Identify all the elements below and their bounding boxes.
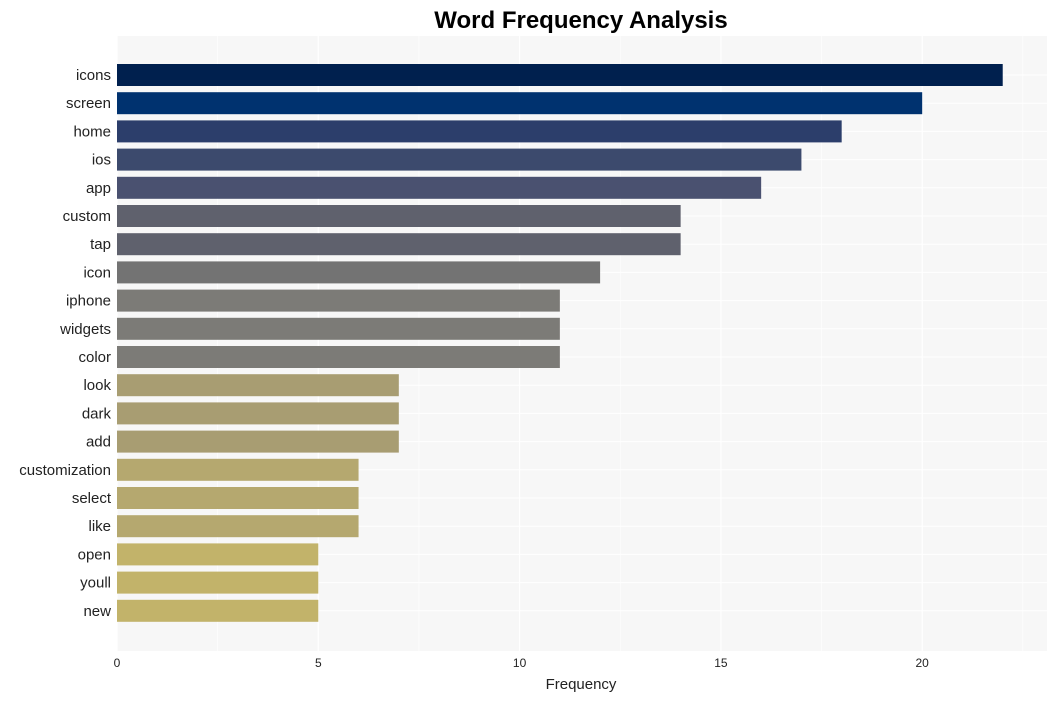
- y-tick-label-look: look: [83, 377, 111, 394]
- bar-like: [117, 515, 359, 538]
- bar-icons: [117, 64, 1003, 86]
- y-tick-label-customization: customization: [19, 462, 111, 479]
- chart: icons screen home ios app custom tap icon iphone…: [19, 7, 1047, 693]
- y-tick-labels: icons screen home ios app custom tap icon iphone…: [19, 67, 112, 620]
- y-tick-label-icon: icon: [83, 264, 111, 281]
- y-tick-label-youll: youll: [80, 575, 111, 592]
- bar-tap: [117, 233, 681, 256]
- y-tick-label-screen: screen: [66, 95, 111, 112]
- bar-screen: [117, 92, 923, 115]
- bar-customization: [117, 458, 359, 481]
- y-tick-label-select: select: [72, 490, 112, 507]
- bar-open: [117, 543, 319, 566]
- y-tick-label-new: new: [83, 603, 111, 620]
- bar-add: [117, 430, 399, 453]
- chart-title: Word Frequency Analysis: [434, 7, 727, 34]
- x-tick-label: 0: [114, 656, 121, 670]
- bar-iphone: [117, 289, 560, 312]
- x-tick-label: 10: [513, 656, 527, 670]
- x-tick-label: 20: [916, 656, 930, 670]
- bar-app: [117, 176, 762, 199]
- y-tick-label-tap: tap: [90, 236, 111, 253]
- y-tick-label-add: add: [86, 434, 111, 451]
- x-tick-label: 5: [315, 656, 322, 670]
- y-tick-label-color: color: [78, 349, 111, 366]
- y-tick-label-ios: ios: [92, 152, 111, 169]
- bar-look: [117, 374, 399, 397]
- bar-widgets: [117, 317, 560, 340]
- y-tick-label-app: app: [86, 180, 111, 197]
- y-tick-label-open: open: [78, 546, 111, 563]
- x-tick-labels: 0 5 10 15 20: [114, 656, 930, 670]
- y-tick-label-dark: dark: [82, 405, 112, 422]
- y-tick-label-home: home: [73, 123, 111, 140]
- y-tick-label-like: like: [88, 518, 111, 535]
- bar-ios: [117, 148, 802, 171]
- y-tick-label-icons: icons: [76, 67, 111, 84]
- bar-home: [117, 120, 842, 143]
- y-tick-label-custom: custom: [63, 208, 111, 225]
- bar-youll: [117, 571, 319, 594]
- x-tick-label: 15: [714, 656, 728, 670]
- bar-icon: [117, 261, 601, 284]
- bar-select: [117, 487, 359, 509]
- y-tick-label-widgets: widgets: [59, 321, 111, 338]
- bar-color: [117, 346, 560, 368]
- bar-custom: [117, 205, 681, 227]
- bar-dark: [117, 402, 399, 425]
- y-tick-label-iphone: iphone: [66, 293, 111, 310]
- bar-new: [117, 599, 319, 622]
- x-axis-label: Frequency: [546, 676, 617, 693]
